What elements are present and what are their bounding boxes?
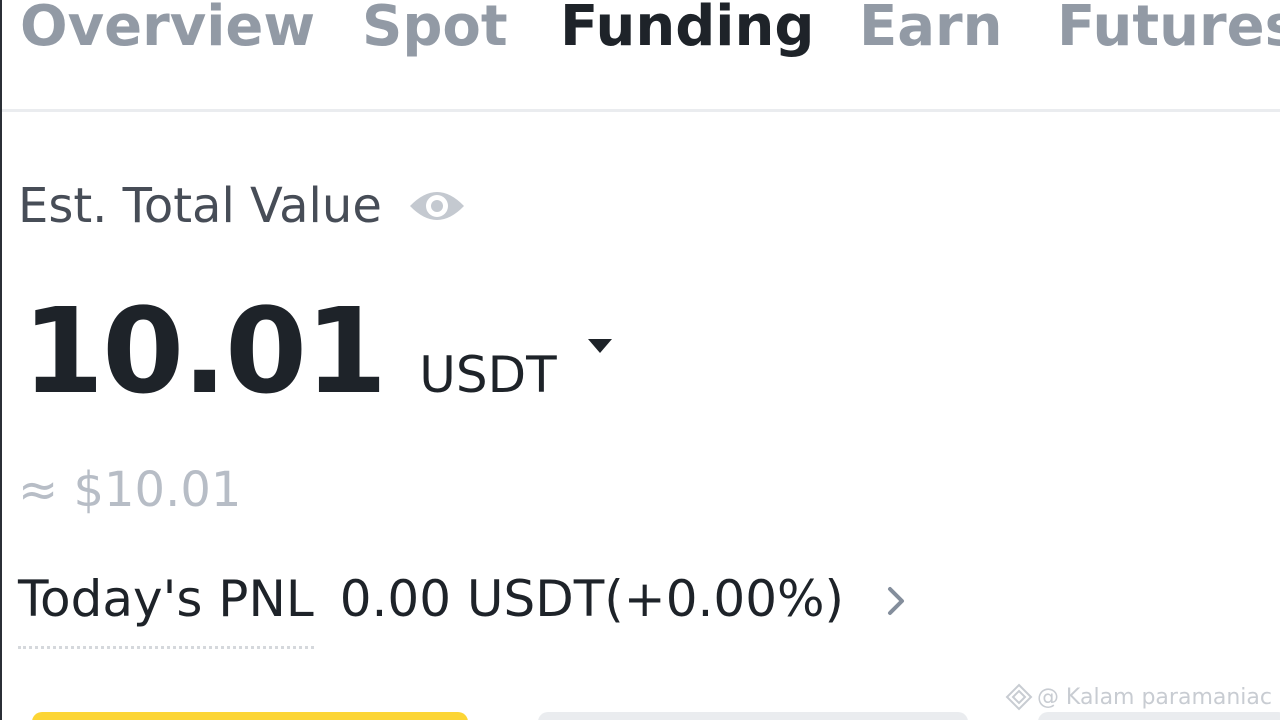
pnl-value: 0.00 USDT(+0.00%) bbox=[339, 570, 845, 628]
pnl-label[interactable]: Today's PNL bbox=[18, 570, 314, 649]
todays-pnl-row[interactable]: Today's PNL 0.00 USDT(+0.00%) bbox=[18, 570, 908, 649]
watermark-text: @ Kalam paramaniac bbox=[1036, 684, 1272, 710]
tab-overview[interactable]: Overview bbox=[20, 0, 315, 59]
tertiary-action-button[interactable] bbox=[1038, 712, 1280, 720]
primary-action-button[interactable] bbox=[32, 712, 468, 720]
chevron-right-icon[interactable] bbox=[886, 585, 908, 617]
balance-unit[interactable]: USDT bbox=[419, 346, 556, 404]
tab-earn[interactable]: Earn bbox=[859, 0, 1003, 59]
est-total-value-row: Est. Total Value bbox=[18, 178, 466, 234]
balance-amount: 10.01 bbox=[22, 282, 387, 420]
tab-funding[interactable]: Funding bbox=[560, 0, 814, 59]
wallet-tabs: Overview Spot Funding Earn Futures bbox=[2, 0, 1280, 112]
balance-value-row: 10.01 USDT bbox=[22, 292, 613, 410]
balance-fiat-approx: ≈ $10.01 bbox=[18, 462, 242, 518]
est-total-value-label: Est. Total Value bbox=[18, 178, 382, 234]
watermark: @ Kalam paramaniac bbox=[1005, 683, 1272, 711]
funding-wallet-screen: Overview Spot Funding Earn Futures Est. … bbox=[0, 0, 1280, 720]
eye-icon[interactable] bbox=[408, 186, 466, 226]
tab-futures[interactable]: Futures bbox=[1057, 0, 1280, 59]
secondary-action-button[interactable] bbox=[538, 712, 968, 720]
caret-down-icon[interactable] bbox=[587, 338, 613, 354]
tab-spot[interactable]: Spot bbox=[362, 0, 508, 59]
binance-logo-icon bbox=[1005, 683, 1033, 711]
